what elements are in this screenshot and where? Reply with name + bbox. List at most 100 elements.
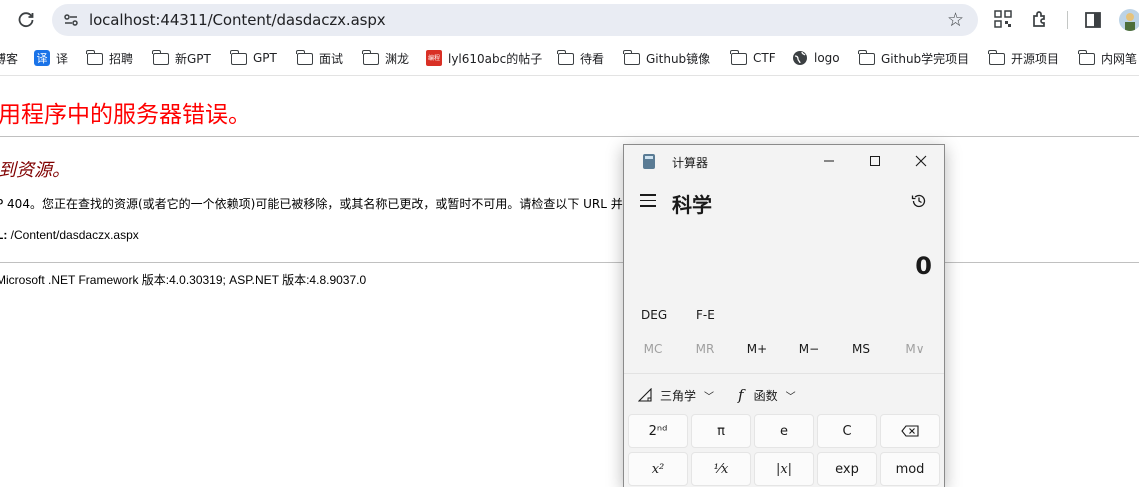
e-constant-button[interactable]: e bbox=[754, 414, 814, 448]
bookmark-item[interactable]: 招聘 bbox=[86, 49, 134, 67]
memory-store-button[interactable]: MS bbox=[835, 342, 887, 356]
trigonometry-dropdown[interactable]: 三角学 ﹀ bbox=[638, 385, 714, 405]
bookmark-label: Github镜像 bbox=[646, 51, 711, 66]
calculator-app-icon bbox=[643, 154, 655, 169]
folder-icon bbox=[362, 50, 379, 65]
profile-avatar[interactable] bbox=[1119, 9, 1139, 31]
address-bar[interactable]: localhost:44311/Content/dasdaczx.aspx ☆ bbox=[52, 4, 978, 36]
mod-button[interactable]: mod bbox=[880, 452, 940, 486]
memory-list-button[interactable]: M∨ bbox=[889, 342, 941, 356]
bookmark-label: 开源项目 bbox=[1011, 51, 1060, 66]
error-subtitle: 到资源。 bbox=[0, 160, 70, 181]
bookmark-item[interactable]: 内网笔 bbox=[1078, 49, 1138, 67]
bookmark-item[interactable]: 开源项目 bbox=[988, 49, 1060, 67]
close-button[interactable] bbox=[898, 145, 944, 177]
page-content: 用程序中的服务器错误。 到资源。 P 404。您正在查找的资源(或者它的一个依赖… bbox=[0, 77, 1139, 487]
bookmark-label: CTF bbox=[753, 51, 776, 65]
pi-button[interactable]: π bbox=[691, 414, 751, 448]
bookmark-label: Github学完项目 bbox=[881, 51, 970, 66]
history-icon[interactable] bbox=[910, 192, 928, 210]
chevron-down-icon: ﹀ bbox=[785, 391, 796, 403]
side-panel-icon[interactable] bbox=[1083, 10, 1103, 30]
folder-icon bbox=[152, 50, 169, 65]
divider bbox=[624, 373, 944, 374]
bookmark-item[interactable]: 待看 bbox=[557, 49, 605, 67]
browser-toolbar: localhost:44311/Content/dasdaczx.aspx ☆ bbox=[0, 0, 1139, 40]
minimize-button[interactable] bbox=[806, 145, 852, 177]
reciprocal-button[interactable]: ¹⁄x bbox=[691, 452, 751, 486]
backspace-icon bbox=[901, 425, 919, 437]
folder-icon bbox=[988, 50, 1005, 65]
version-info: Microsoft .NET Framework 版本:4.0.30319; A… bbox=[0, 273, 367, 287]
bookmark-item[interactable]: logo bbox=[792, 49, 840, 67]
folder-icon bbox=[730, 50, 747, 65]
calculator-mode-title: 科学 bbox=[672, 193, 712, 217]
bookmark-item[interactable]: GPT bbox=[230, 49, 277, 67]
divider bbox=[0, 136, 1139, 137]
calculator-window: 计算器 科学 0 DEG F-E MC MR M+ M− MS M∨ 三角学 ﹀… bbox=[623, 144, 945, 487]
requested-url: L: /Content/dasdaczx.aspx bbox=[0, 228, 139, 242]
bookmark-label: lyl610abc的帖子 bbox=[448, 51, 543, 66]
folder-icon bbox=[1078, 50, 1095, 65]
bookmark-item[interactable]: Github镜像 bbox=[623, 49, 711, 67]
translate-icon: 译 bbox=[34, 50, 50, 66]
absolute-value-label: |x| bbox=[775, 461, 793, 477]
bookmark-label: 博客 bbox=[0, 51, 19, 66]
url-label: L: bbox=[0, 228, 8, 242]
extensions-icon[interactable] bbox=[1030, 9, 1050, 29]
memory-clear-button[interactable]: MC bbox=[627, 342, 679, 356]
memory-subtract-button[interactable]: M− bbox=[783, 342, 835, 356]
fe-toggle[interactable]: F-E bbox=[696, 308, 715, 322]
bookmark-item[interactable]: 译 译 bbox=[34, 49, 68, 67]
second-function-button[interactable]: 2ⁿᵈ bbox=[628, 414, 688, 448]
function-icon: f bbox=[738, 386, 744, 404]
bookmark-item[interactable]: 博客 bbox=[0, 49, 18, 67]
qr-code-icon[interactable] bbox=[994, 10, 1012, 28]
bookmark-label: logo bbox=[814, 51, 840, 65]
function-dropdown[interactable]: f 函数 ﹀ bbox=[738, 385, 796, 405]
bookmark-star-icon[interactable]: ☆ bbox=[947, 9, 964, 32]
url-text[interactable]: localhost:44311/Content/dasdaczx.aspx bbox=[89, 11, 386, 29]
bookmark-item[interactable]: 新GPT bbox=[152, 49, 211, 67]
reciprocal-label: ¹⁄x bbox=[713, 461, 729, 477]
bookmark-label: 招聘 bbox=[109, 51, 134, 66]
square-button[interactable]: x² bbox=[628, 452, 688, 486]
backspace-button[interactable] bbox=[880, 414, 940, 448]
exp-button[interactable]: exp bbox=[817, 452, 877, 486]
deg-toggle[interactable]: DEG bbox=[641, 308, 667, 322]
bookmark-label: 内网笔 bbox=[1101, 51, 1138, 66]
error-description: P 404。您正在查找的资源(或者它的一个依赖项)可能已被移除，或其名称已更改，… bbox=[0, 197, 635, 211]
bookmark-item[interactable]: 面试 bbox=[296, 49, 344, 67]
function-label: 函数 bbox=[753, 388, 778, 403]
bookmarks-bar: 博客 译 译 招聘 新GPT GPT 面试 渊龙 编程 lyl610abc的帖子… bbox=[0, 40, 1139, 76]
bookmark-label: 渊龙 bbox=[385, 51, 410, 66]
bookmark-item[interactable]: 渊龙 bbox=[362, 49, 410, 67]
bookmark-item[interactable]: Github学完项目 bbox=[858, 49, 970, 67]
calculator-title: 计算器 bbox=[672, 156, 709, 170]
clear-button[interactable]: C bbox=[817, 414, 877, 448]
bookmark-label: GPT bbox=[253, 51, 277, 65]
bookmark-label: 新GPT bbox=[175, 51, 211, 66]
bookmark-label: 面试 bbox=[319, 51, 344, 66]
calculator-display: 0 bbox=[915, 252, 932, 280]
calculator-titlebar[interactable]: 计算器 bbox=[624, 145, 944, 177]
site-favicon-icon: 编程 bbox=[426, 50, 442, 66]
folder-icon bbox=[230, 50, 247, 65]
folder-icon bbox=[557, 50, 574, 65]
memory-recall-button[interactable]: MR bbox=[679, 342, 731, 356]
site-info-icon[interactable] bbox=[62, 11, 80, 29]
menu-icon[interactable] bbox=[640, 194, 656, 208]
trigonometry-label: 三角学 bbox=[660, 388, 697, 403]
absolute-value-button[interactable]: |x| bbox=[754, 452, 814, 486]
memory-add-button[interactable]: M+ bbox=[731, 342, 783, 356]
url-value: /Content/dasdaczx.aspx bbox=[10, 228, 139, 242]
globe-icon bbox=[792, 50, 808, 66]
bookmark-item[interactable]: CTF bbox=[730, 49, 776, 67]
divider bbox=[0, 262, 1139, 263]
bookmark-label: 待看 bbox=[580, 51, 605, 66]
folder-icon bbox=[296, 50, 313, 65]
bookmark-item[interactable]: 编程 lyl610abc的帖子 bbox=[426, 49, 542, 67]
reload-icon[interactable] bbox=[14, 8, 38, 32]
maximize-button[interactable] bbox=[852, 145, 898, 177]
folder-icon bbox=[623, 50, 640, 65]
